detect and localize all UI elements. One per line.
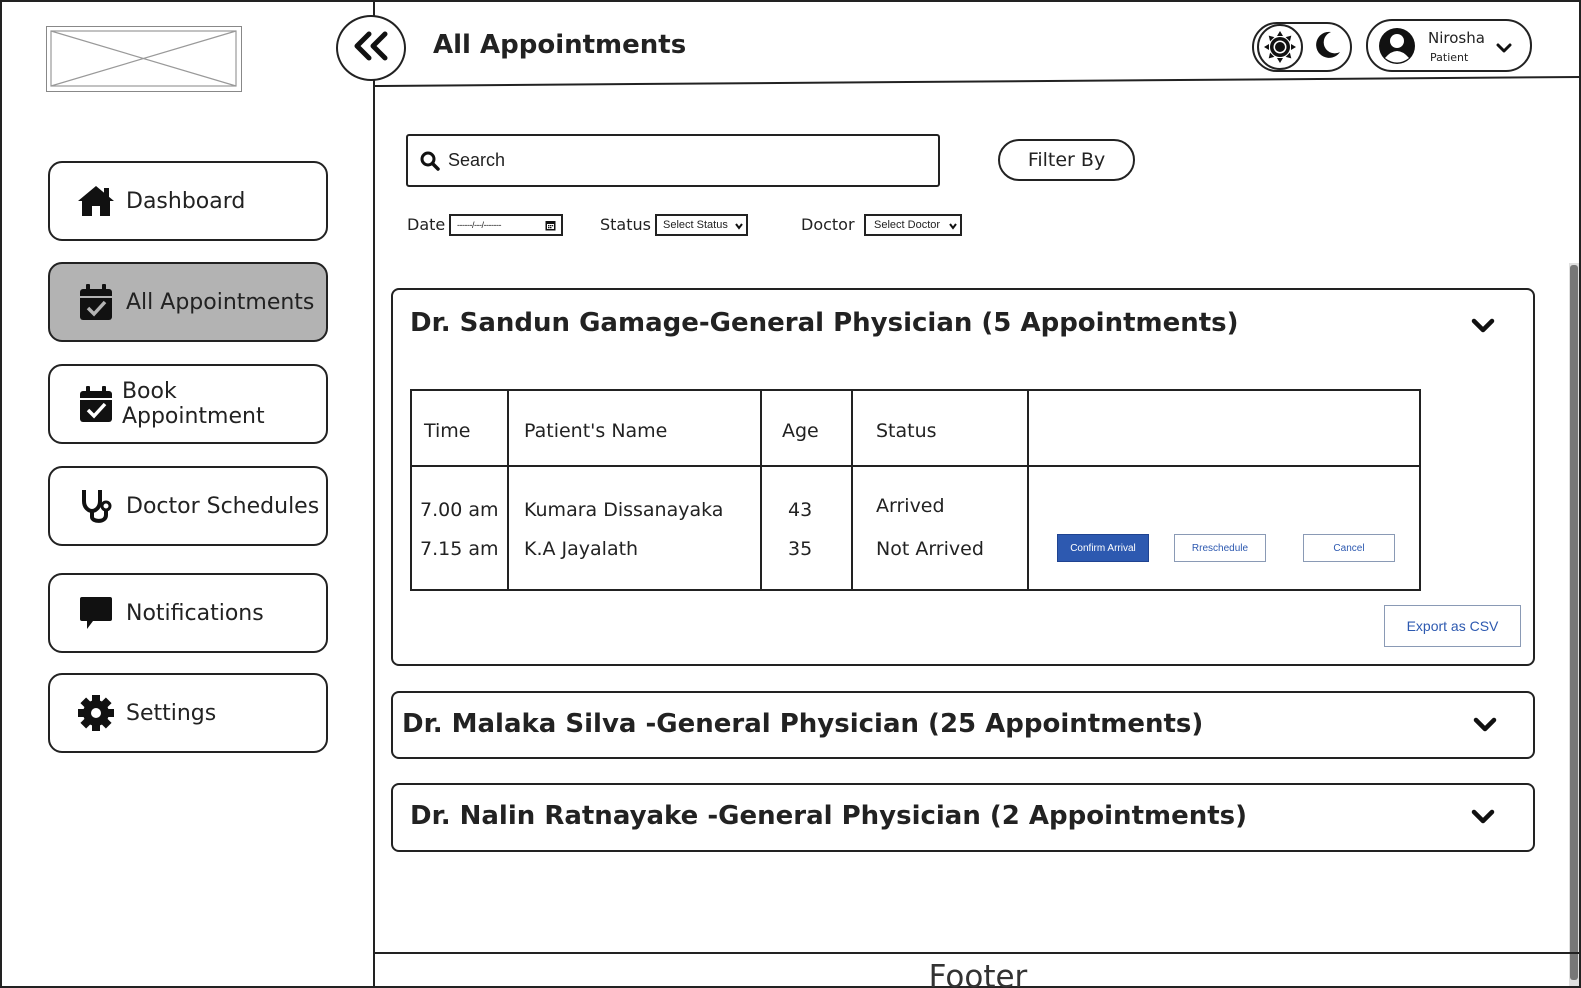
sun-icon[interactable] bbox=[1256, 24, 1303, 70]
main-scrollbar[interactable] bbox=[1569, 263, 1579, 986]
doctor-panel-collapsed[interactable]: Dr. Nalin Ratnayake -General Physician (… bbox=[391, 783, 1535, 852]
user-role: Patient bbox=[1430, 51, 1469, 64]
date-filter-value: ------/---/------- bbox=[457, 220, 501, 230]
table-cell-time: 7.15 am bbox=[420, 538, 499, 560]
moon-icon[interactable] bbox=[1312, 30, 1342, 64]
page-title: All Appointments bbox=[433, 30, 687, 60]
sidebar: Dashboard All Appointments Book Appointm… bbox=[0, 0, 375, 988]
status-filter-value: Select Status bbox=[663, 219, 728, 231]
sidebar-item-notifications[interactable]: Notifications bbox=[48, 573, 328, 653]
footer-label: Footer bbox=[928, 959, 1028, 988]
collapse-sidebar-button[interactable] bbox=[336, 15, 406, 81]
search-icon bbox=[420, 151, 440, 171]
chevron-down-icon[interactable] bbox=[1470, 317, 1496, 335]
table-cell-time: 7.00 am bbox=[420, 499, 499, 521]
home-icon bbox=[76, 181, 116, 221]
reschedule-button[interactable]: Rreschedule bbox=[1174, 534, 1266, 562]
table-cell-patient-name: Kumara Dissanayaka bbox=[524, 499, 724, 521]
status-filter-label: Status bbox=[600, 215, 651, 234]
appointments-table: Time Patient's Name Age Status 7.00 am K… bbox=[410, 389, 1421, 591]
calendar-check-icon bbox=[76, 282, 116, 322]
cancel-button[interactable]: Cancel bbox=[1303, 534, 1395, 562]
footer: Footer bbox=[375, 952, 1581, 988]
doctor-panel-expanded: Dr. Sandun Gamage-General Physician (5 A… bbox=[391, 288, 1535, 666]
export-csv-button[interactable]: Export as CSV bbox=[1384, 605, 1521, 647]
scrollbar-thumb[interactable] bbox=[1570, 265, 1578, 980]
table-cell-patient-name: K.A Jayalath bbox=[524, 538, 639, 560]
sidebar-item-label: Book Appointment bbox=[121, 379, 265, 429]
chevron-down-icon[interactable] bbox=[1470, 808, 1496, 826]
user-name: Nirosha bbox=[1428, 29, 1485, 47]
user-profile-menu[interactable]: Nirosha Patient bbox=[1366, 19, 1532, 72]
theme-toggle[interactable] bbox=[1252, 22, 1352, 72]
sidebar-item-label: Doctor Schedules bbox=[126, 493, 320, 519]
date-filter-label: Date bbox=[407, 215, 446, 234]
doctor-panel-title[interactable]: Dr. Malaka Silva -General Physician (25 … bbox=[402, 709, 1203, 739]
sidebar-item-doctor-schedules[interactable]: Doctor Schedules bbox=[48, 466, 328, 546]
sidebar-item-label: Notifications bbox=[126, 600, 264, 626]
doctor-panel-title[interactable]: Dr. Nalin Ratnayake -General Physician (… bbox=[410, 801, 1247, 831]
sidebar-item-label: Settings bbox=[126, 700, 217, 726]
double-chevron-left-icon bbox=[352, 31, 390, 65]
logo-placeholder bbox=[46, 26, 242, 92]
chevron-down-icon bbox=[1496, 39, 1512, 58]
sidebar-item-all-appointments[interactable]: All Appointments bbox=[48, 262, 328, 342]
confirm-arrival-button[interactable]: Confirm Arrival bbox=[1057, 534, 1149, 562]
chevron-down-icon bbox=[735, 221, 743, 233]
chevron-down-icon bbox=[949, 221, 957, 233]
sidebar-item-dashboard[interactable]: Dashboard bbox=[48, 161, 328, 241]
search-placeholder: Search bbox=[448, 150, 506, 170]
table-cell-age: 35 bbox=[788, 538, 813, 560]
table-header-status: Status bbox=[876, 420, 937, 442]
sidebar-item-label: All Appointments bbox=[126, 289, 315, 315]
table-cell-status: Arrived bbox=[876, 495, 945, 517]
gear-icon bbox=[76, 693, 116, 733]
doctor-filter-label: Doctor bbox=[801, 215, 855, 234]
date-filter-input[interactable]: ------/---/------- bbox=[449, 214, 563, 236]
doctor-filter-value: Select Doctor bbox=[874, 219, 941, 231]
status-filter-select[interactable]: Select Status bbox=[655, 214, 748, 236]
table-cell-status: Not Arrived bbox=[876, 538, 984, 560]
doctor-panel-title[interactable]: Dr. Sandun Gamage-General Physician (5 A… bbox=[410, 308, 1239, 338]
table-cell-age: 43 bbox=[788, 499, 813, 521]
header-divider bbox=[375, 76, 1581, 87]
chevron-down-icon[interactable] bbox=[1472, 716, 1498, 734]
sidebar-item-label: Dashboard bbox=[126, 188, 246, 214]
filter-by-button[interactable]: Filter By bbox=[998, 139, 1135, 181]
sidebar-item-settings[interactable]: Settings bbox=[48, 673, 328, 753]
calendar-icon bbox=[545, 219, 556, 234]
search-input[interactable]: Search bbox=[406, 134, 940, 187]
sidebar-item-book-appointment[interactable]: Book Appointment bbox=[48, 364, 328, 444]
stethoscope-icon bbox=[76, 486, 116, 526]
doctor-panel-collapsed[interactable]: Dr. Malaka Silva -General Physician (25 … bbox=[391, 691, 1535, 759]
doctor-filter-select[interactable]: Select Doctor bbox=[864, 214, 962, 236]
table-header-age: Age bbox=[782, 420, 819, 442]
table-header-patient-name: Patient's Name bbox=[524, 420, 668, 442]
avatar-icon bbox=[1378, 27, 1416, 69]
calendar-check-icon bbox=[76, 384, 116, 424]
table-header-time: Time bbox=[424, 420, 471, 442]
message-icon bbox=[76, 593, 116, 633]
